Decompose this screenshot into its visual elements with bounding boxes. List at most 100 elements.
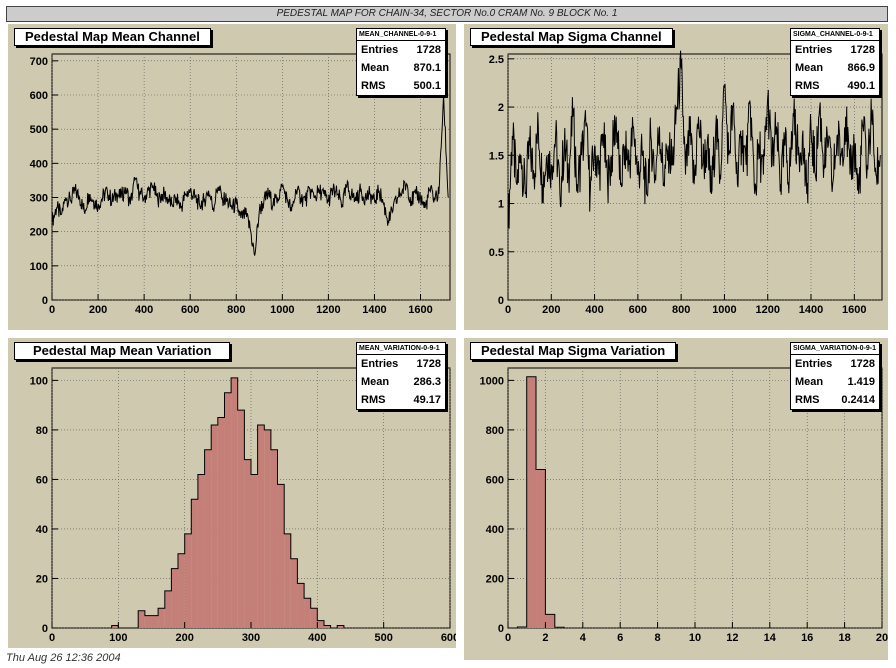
stats-rms-value: 49.17 xyxy=(413,394,441,406)
stats-entries-value: 1728 xyxy=(416,358,441,370)
stats-entries-value: 1728 xyxy=(416,44,441,56)
y-tick-label: 100 xyxy=(30,261,48,273)
x-tick-label: 500 xyxy=(374,632,392,644)
histogram-bar xyxy=(151,615,159,628)
histogram-bar xyxy=(290,558,298,628)
y-tick-label: 500 xyxy=(30,124,48,136)
histogram-bar xyxy=(164,590,172,628)
stats-rms-value: 0.2414 xyxy=(841,394,875,406)
stats-rms-value: 490.1 xyxy=(847,80,875,92)
histogram-bar xyxy=(297,583,305,628)
stats-box: SIGMA_CHANNEL-0-9-1 Entries 1728 Mean 866.… xyxy=(790,28,880,96)
histogram-bar xyxy=(251,474,258,628)
histogram-bar xyxy=(191,499,198,628)
histogram-bar xyxy=(231,377,238,628)
stats-name: MEAN_CHANNEL-0-9-1 xyxy=(357,29,445,41)
x-tick-label: 10 xyxy=(689,632,701,644)
histogram-bar xyxy=(257,424,265,628)
y-tick-label: 600 xyxy=(30,90,48,102)
stats-box: MEAN_CHANNEL-0-9-1 Entries 1728 Mean 870.1… xyxy=(356,28,446,96)
y-tick-label: 1 xyxy=(498,199,504,211)
y-tick-label: 300 xyxy=(30,193,48,205)
x-tick-label: 16 xyxy=(801,632,813,644)
panel-mean-variation: 0 100 200 300 400 500 600 0 20 40 60 80 100 Pedestal… xyxy=(8,338,456,648)
x-tick-label: 300 xyxy=(242,632,260,644)
stats-entries-label: Entries xyxy=(795,358,833,370)
stats-rms-label: RMS xyxy=(361,394,386,406)
x-tick-label: 1000 xyxy=(712,304,736,316)
stats-mean-label: Mean xyxy=(361,376,390,388)
y-tick-label: 0 xyxy=(42,295,48,307)
panel-title: Pedestal Map Mean Channel xyxy=(14,28,211,46)
y-tick-label: 600 xyxy=(486,474,504,486)
x-tick-label: 0 xyxy=(505,304,511,316)
histogram-bar xyxy=(158,608,165,628)
x-tick-label: 200 xyxy=(175,632,193,644)
panel-sigma-variation: 0 2 4 6 8 10 12 14 16 18 20 0 200 400 600 800 1000 Pedes… xyxy=(464,338,888,660)
stats-mean-label: Mean xyxy=(795,376,824,388)
x-tick-label: 8 xyxy=(655,632,661,644)
y-tick-label: 2.5 xyxy=(489,54,504,66)
y-tick-label: 1000 xyxy=(480,375,504,387)
x-tick-label: 1200 xyxy=(316,304,340,316)
y-tick-label: 2 xyxy=(498,102,504,114)
y-tick-label: 0 xyxy=(42,623,48,635)
page-banner: PEDESTAL MAP FOR CHAIN-34, SECTOR No.0 C… xyxy=(6,6,888,22)
y-tick-label: 20 xyxy=(36,573,48,585)
x-tick-label: 1400 xyxy=(799,304,823,316)
x-tick-label: 1600 xyxy=(842,304,866,316)
y-tick-label: 60 xyxy=(36,474,48,486)
histogram-bar xyxy=(224,392,232,628)
histogram-bar xyxy=(178,553,185,628)
histogram-bar xyxy=(144,615,152,628)
y-tick-label: 0 xyxy=(498,623,504,635)
stats-entries-label: Entries xyxy=(361,44,399,56)
x-tick-label: 600 xyxy=(629,304,647,316)
histogram-bar xyxy=(197,474,205,628)
x-tick-label: 0 xyxy=(505,632,511,644)
y-tick-label: 80 xyxy=(36,425,48,437)
x-tick-label: 12 xyxy=(726,632,738,644)
y-tick-label: 0 xyxy=(498,295,504,307)
y-tick-label: 800 xyxy=(486,425,504,437)
histogram-bar xyxy=(217,417,225,628)
x-tick-label: 400 xyxy=(308,632,326,644)
y-tick-label: 200 xyxy=(486,573,504,585)
footer-timestamp: Thu Aug 26 12:36 2004 xyxy=(6,652,121,664)
histogram-bar xyxy=(277,484,285,628)
histogram-bar xyxy=(244,459,251,628)
stats-box: SIGMA_VARIATION-0-9-1 Entries 1728 Mean 1.… xyxy=(790,342,880,410)
panel-mean-channel: 0 200 400 600 800 1000 1200 1400 1600 0 100 200 300 4… xyxy=(8,24,456,330)
histogram-bar xyxy=(264,429,271,628)
x-tick-label: 600 xyxy=(441,632,456,644)
histogram-bar xyxy=(536,469,546,628)
x-tick-label: 1600 xyxy=(408,304,432,316)
stats-mean-label: Mean xyxy=(361,62,390,74)
x-tick-label: 1200 xyxy=(755,304,779,316)
x-tick-label: 200 xyxy=(542,304,560,316)
stats-rms-value: 500.1 xyxy=(413,80,441,92)
x-tick-label: 100 xyxy=(109,632,127,644)
stats-mean-value: 1.419 xyxy=(847,376,875,388)
histogram-bar xyxy=(270,449,278,628)
stats-name: SIGMA_VARIATION-0-9-1 xyxy=(791,343,879,355)
histogram-bar xyxy=(171,568,179,628)
y-tick-label: 0.5 xyxy=(489,247,504,259)
y-tick-label: 200 xyxy=(30,227,48,239)
y-tick-label: 1.5 xyxy=(489,150,504,162)
histogram-bar xyxy=(211,424,218,628)
histogram-bar xyxy=(138,610,145,628)
stats-entries-label: Entries xyxy=(795,44,833,56)
panel-sigma-channel: 0 200 400 600 800 1000 1200 1400 1600 0 0.5 1 1.5 2 2.… xyxy=(464,24,888,330)
stats-mean-value: 286.3 xyxy=(413,376,441,388)
stats-entries-value: 1728 xyxy=(850,44,875,56)
x-tick-label: 14 xyxy=(764,632,777,644)
histogram-bar xyxy=(304,598,311,628)
y-tick-label: 40 xyxy=(36,524,48,536)
stats-mean-value: 866.9 xyxy=(847,62,875,74)
histogram-bar xyxy=(284,533,291,628)
y-tick-label: 400 xyxy=(30,158,48,170)
x-tick-label: 0 xyxy=(49,632,55,644)
x-tick-label: 800 xyxy=(227,304,245,316)
panel-title: Pedestal Map Sigma Variation xyxy=(470,342,677,360)
